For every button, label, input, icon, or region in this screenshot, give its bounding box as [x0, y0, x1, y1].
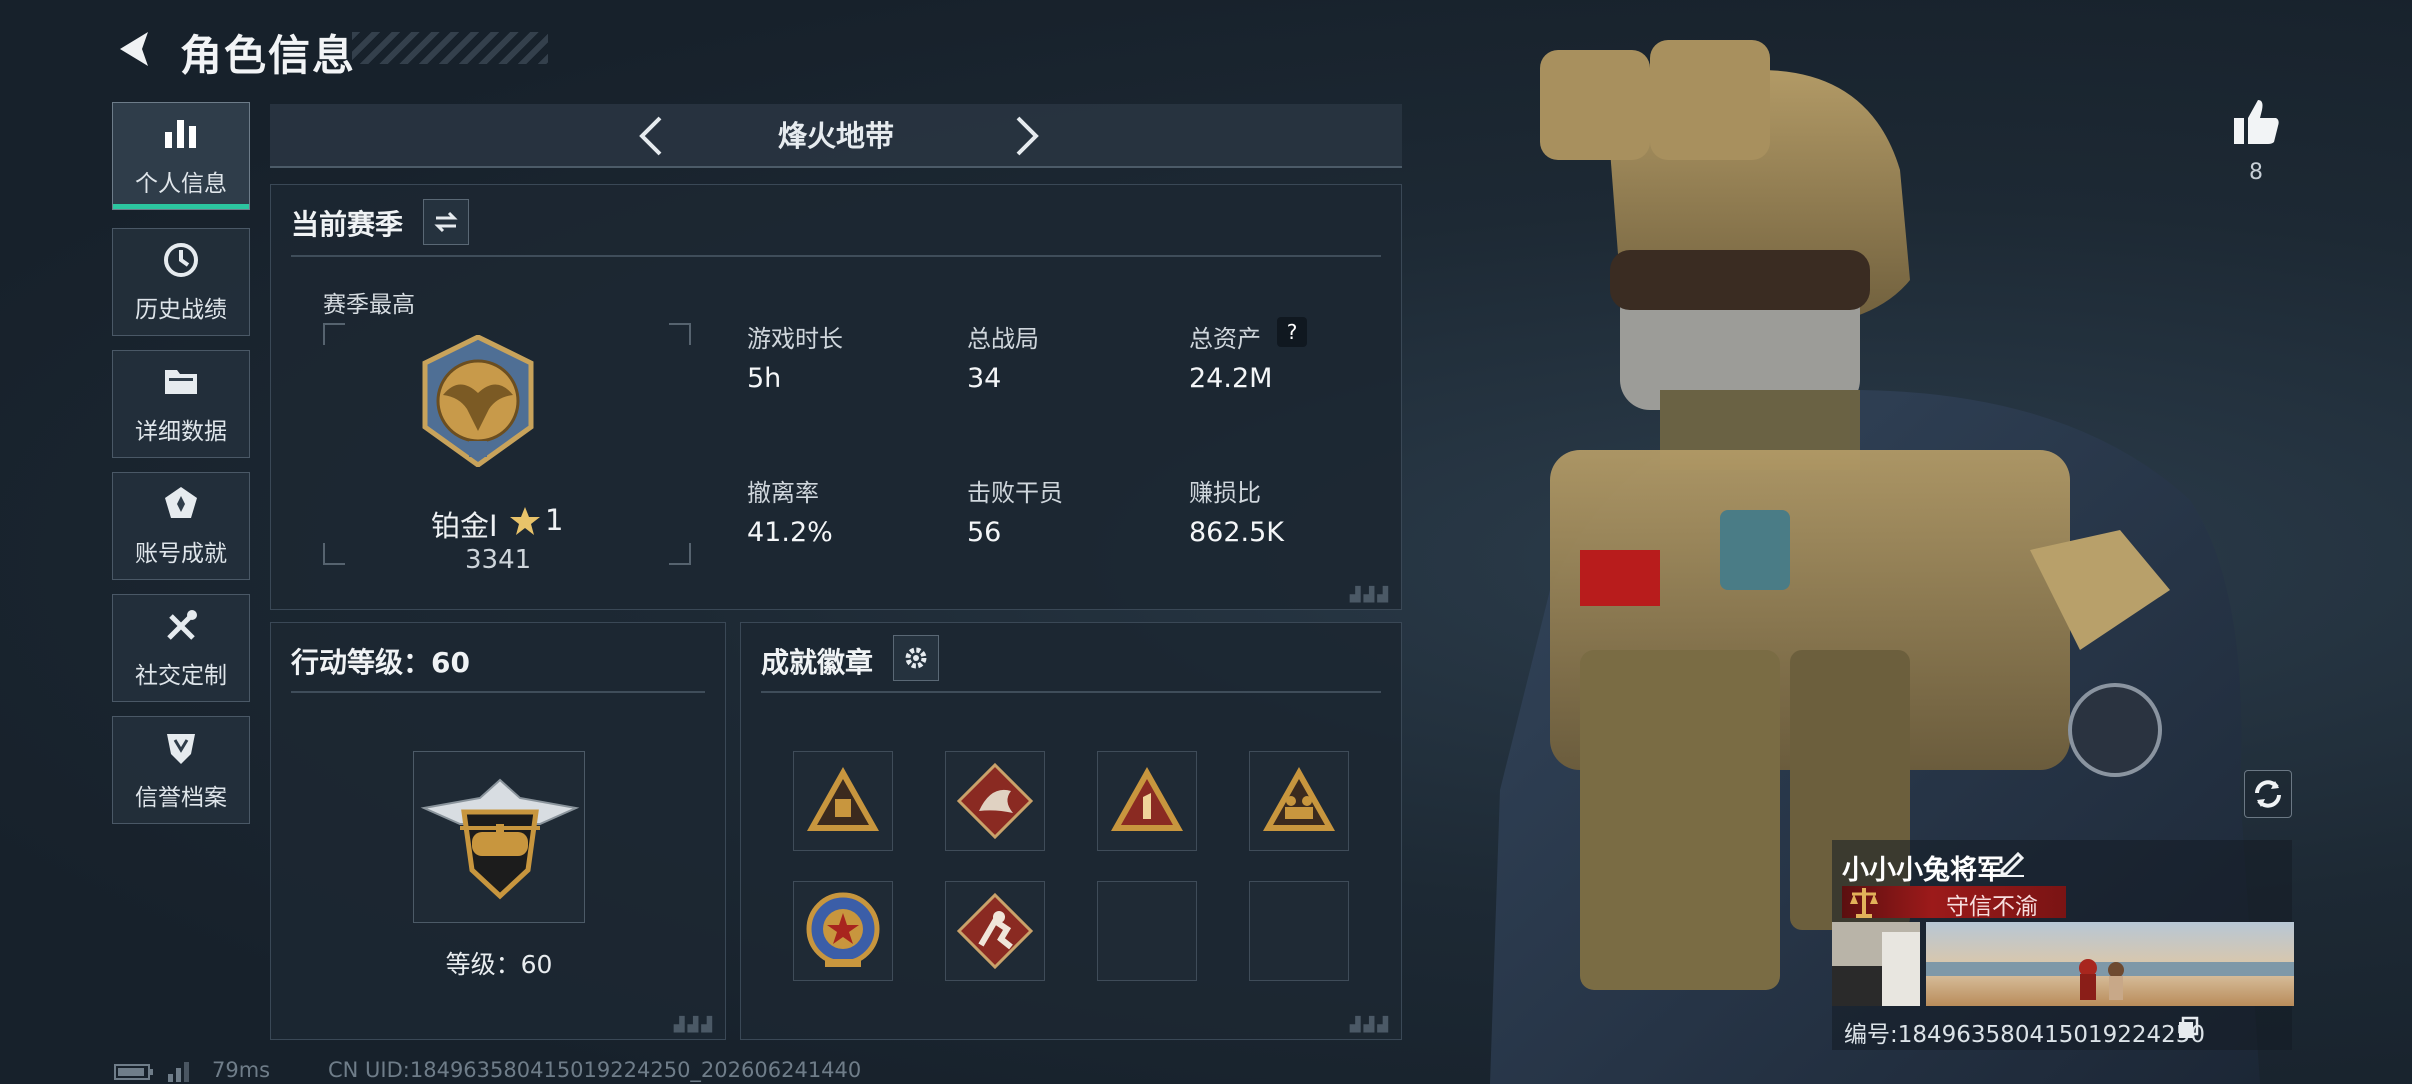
sidebar-item-label: 社交定制: [135, 663, 227, 689]
stat-label: 击败干员: [967, 479, 1063, 507]
badge-slot[interactable]: [1249, 751, 1349, 851]
profile-banner-image: [1926, 922, 2294, 1006]
sidebar-item-label: 个人信息: [135, 171, 227, 197]
sidebar-item-personal-info[interactable]: 个人信息: [112, 102, 250, 210]
chevron-left-icon[interactable]: [626, 110, 678, 162]
swap-button[interactable]: [423, 199, 469, 245]
badge-slot[interactable]: [1097, 751, 1197, 851]
sidebar-item-label: 信誉档案: [135, 785, 227, 811]
season-best-label: 赛季最高: [323, 292, 415, 318]
swap-icon: [434, 211, 458, 233]
stat-label: 总战局: [967, 325, 1039, 353]
page-title: 角色信息: [180, 31, 357, 80]
frame-corner: [323, 323, 345, 345]
corner-decoration: ▟▟▟: [673, 1017, 715, 1033]
badge-slot-empty[interactable]: [1097, 881, 1197, 981]
title-decoration: [352, 32, 548, 64]
player-nickname: 小小小兔将军: [1842, 855, 2004, 886]
soldiers-badge-icon: [1263, 767, 1335, 831]
thumbs-up-icon[interactable]: [2230, 96, 2282, 148]
sidebar-item-details[interactable]: 详细数据: [112, 350, 250, 458]
tools-icon: [167, 610, 197, 640]
stat-value: 5h: [747, 363, 782, 394]
divider: [291, 255, 1381, 257]
ping-text: 79ms: [212, 1058, 271, 1082]
stat-value: 41.2%: [747, 517, 833, 548]
stat-value: 34: [967, 363, 1002, 394]
sidebar-item-credit[interactable]: 信誉档案: [112, 716, 250, 824]
badge-settings-button[interactable]: [893, 635, 939, 681]
level-text: 等级：60: [445, 950, 553, 979]
action-level-title: 行动等级：60: [291, 646, 470, 679]
mode-selector: 烽火地带: [270, 104, 1402, 168]
rotate-button[interactable]: [2244, 770, 2292, 818]
sidebar-item-achievements[interactable]: 账号成就: [112, 472, 250, 580]
frame-corner: [669, 323, 691, 345]
scales-badge-icon: [1850, 888, 1878, 918]
rank-name: 铂金I: [431, 509, 498, 543]
stat-value: 56: [967, 517, 1002, 548]
triangle-badge-icon: [807, 767, 879, 831]
folder-icon: [165, 370, 197, 394]
operator-badge-icon: [956, 892, 1034, 970]
sidebar-item-history[interactable]: 历史战绩: [112, 228, 250, 336]
badge-slot[interactable]: [945, 881, 1045, 981]
divider: [291, 691, 705, 693]
stat-label: 总资产: [1189, 325, 1261, 353]
corner-decoration: ▟▟▟: [1349, 1017, 1391, 1033]
dragon-badge-icon: [956, 762, 1034, 840]
sidebar-item-label: 账号成就: [135, 541, 227, 567]
badge-slot[interactable]: [945, 751, 1045, 851]
first-place-badge-icon: [1111, 767, 1183, 831]
active-indicator: [113, 204, 249, 209]
stat-label: 撤离率: [747, 479, 819, 507]
honor-title-text: 守信不渝: [1946, 894, 2038, 920]
sidebar-item-social[interactable]: 社交定制: [112, 594, 250, 702]
gear-icon: [905, 647, 927, 669]
back-arrow-icon[interactable]: [112, 26, 158, 72]
credit-shield-icon: [167, 734, 195, 764]
signal-icon: [168, 1062, 189, 1082]
stat-value: 24.2M: [1189, 363, 1273, 394]
frame-corner: [669, 543, 691, 565]
action-level-panel: 行动等级：60 等级：60 ▟▟▟: [270, 622, 726, 1040]
helicopter-level-emblem: [420, 778, 580, 900]
season-panel: 当前赛季 赛季最高 铂金I 1 3341 游戏时长 5h 总战局 34 总资产 …: [270, 184, 1402, 610]
stat-label: 游戏时长: [747, 325, 843, 353]
rank-stars: 1: [545, 503, 564, 537]
platinum-rank-emblem: [422, 335, 534, 467]
star-medal-badge-icon: [806, 892, 880, 967]
corner-decoration: ▟▟▟: [1349, 587, 1391, 603]
copy-icon[interactable]: [2176, 1016, 2200, 1040]
help-icon[interactable]: ?: [1277, 317, 1307, 347]
star-icon: [510, 507, 540, 535]
mode-title: 烽火地带: [777, 119, 894, 153]
stat-label: 赚损比: [1189, 479, 1261, 507]
bar-chart-icon: [165, 120, 196, 148]
season-title: 当前赛季: [291, 208, 404, 241]
achievement-icon: [165, 487, 197, 518]
sidebar-item-label: 历史战绩: [135, 297, 227, 323]
badge-slot[interactable]: [793, 751, 893, 851]
achievements-title: 成就徽章: [761, 646, 874, 679]
history-icon: [164, 243, 198, 277]
avatar[interactable]: [1832, 922, 1920, 1006]
uid-text: CN UID:184963580415019224250_20260624144…: [328, 1058, 862, 1082]
battery-icon: [114, 1064, 153, 1080]
rank-points: 3341: [465, 545, 532, 575]
badge-slot[interactable]: [793, 881, 893, 981]
stat-value: 862.5K: [1189, 517, 1285, 548]
edit-pencil-icon[interactable]: [1996, 846, 2028, 878]
frame-corner: [323, 543, 345, 565]
level-emblem-frame: [413, 751, 585, 923]
like-count: 8: [2249, 160, 2263, 185]
divider: [761, 691, 1381, 693]
rotate-icon: [2255, 780, 2281, 808]
achievement-badges-panel: 成就徽章 ▟▟▟: [740, 622, 1402, 1040]
chevron-right-icon[interactable]: [1000, 110, 1052, 162]
player-id-number: 编号:184963580415019224250: [1844, 1022, 2206, 1048]
badge-slot-empty[interactable]: [1249, 881, 1349, 981]
sidebar-item-label: 详细数据: [135, 419, 227, 445]
